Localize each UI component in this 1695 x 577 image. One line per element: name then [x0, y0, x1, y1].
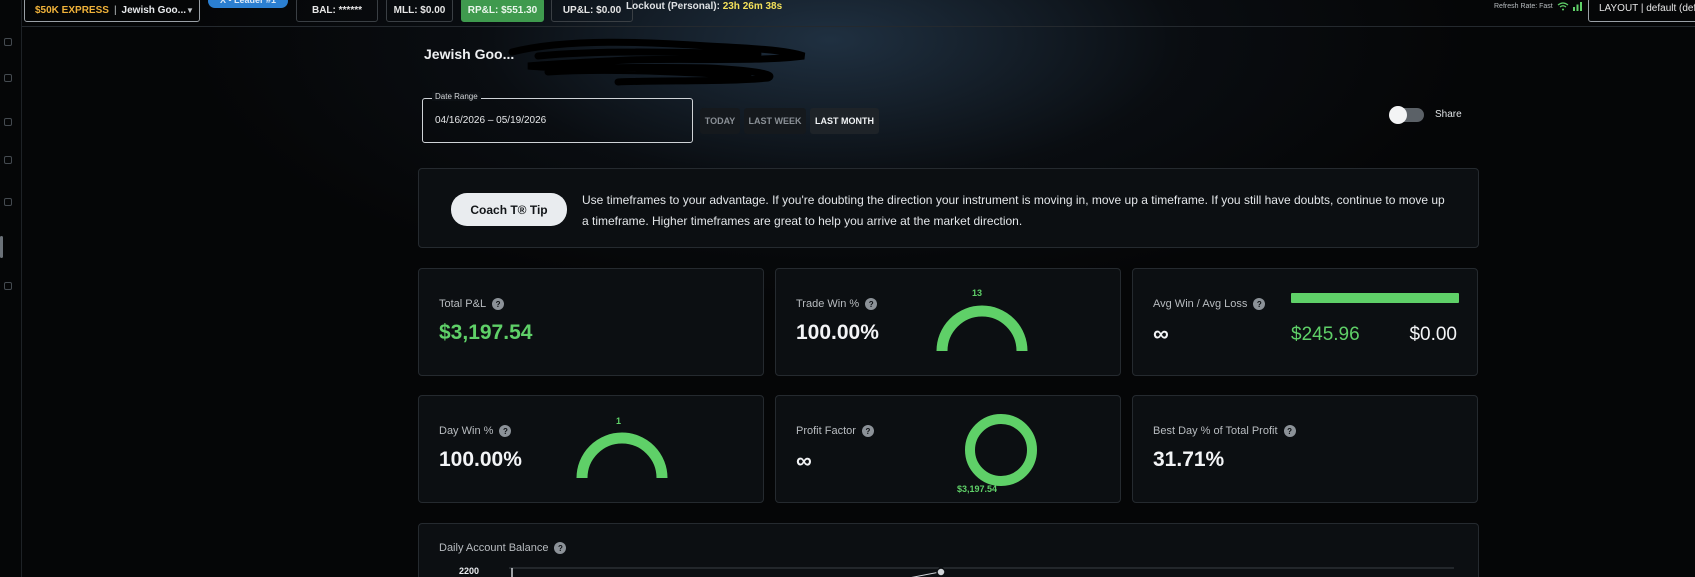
- help-icon[interactable]: ?: [1253, 298, 1266, 310]
- day-win-value: 100.00%: [439, 448, 522, 471]
- day-win-gauge: [576, 432, 668, 479]
- day-win-label: Day Win %: [439, 425, 494, 437]
- day-win-gauge-count: 1: [616, 416, 622, 426]
- day-win-card: Day Win %? 100.00% 1: [418, 395, 764, 503]
- account-user: Jewish Goo...: [121, 4, 187, 16]
- refresh-rate-label: Refresh Rate: Fast: [1494, 3, 1553, 10]
- lockout-status: Lockout (Personal): 23h 26m 38s: [626, 1, 782, 12]
- best-day-label: Best Day % of Total Profit: [1153, 425, 1278, 437]
- total-pl-label: Total P&L: [439, 298, 487, 310]
- profit-factor-ring: [965, 414, 1037, 486]
- best-day-value: 31.71%: [1153, 448, 1225, 471]
- help-icon[interactable]: ?: [865, 298, 878, 310]
- account-separator: |: [113, 4, 117, 16]
- avg-win-loss-ratio: ∞: [1153, 321, 1169, 346]
- total-pl-value: $3,197.54: [439, 321, 533, 344]
- rail-icon[interactable]: [4, 74, 12, 82]
- leader-badge[interactable]: X - Leader #1: [208, 0, 288, 8]
- y-tick-label: 2200: [459, 566, 479, 576]
- profit-factor-label: Profit Factor: [796, 425, 856, 437]
- daily-balance-chart: 2200: [459, 566, 1454, 577]
- balance-line: [911, 571, 942, 577]
- avg-win-value: $245.96: [1291, 324, 1360, 345]
- coach-tip-button[interactable]: Coach T® Tip: [451, 193, 567, 226]
- daily-balance-panel: Daily Account Balance? 2200: [418, 523, 1479, 577]
- help-icon[interactable]: ?: [861, 425, 874, 437]
- share-toggle[interactable]: [1389, 106, 1424, 124]
- coach-tip-panel: Coach T® Tip Use timeframes to your adva…: [418, 168, 1479, 248]
- help-icon[interactable]: ?: [1283, 425, 1296, 437]
- rail-selected-indicator: [0, 236, 3, 258]
- rail-icon[interactable]: [4, 118, 12, 126]
- lockout-label: Lockout (Personal):: [626, 1, 720, 12]
- page-title: Jewish Goo...: [424, 46, 515, 62]
- trade-win-value: 100.00%: [796, 321, 879, 344]
- top-bar: $50K EXPRESS | Jewish Goo... ▼ X - Leade…: [22, 0, 1695, 27]
- layout-selector[interactable]: LAYOUT | default (default): [1588, 0, 1695, 22]
- lockout-timer: 23h 26m 38s: [722, 1, 783, 12]
- date-range-value: 04/16/2026 – 05/19/2026: [435, 115, 547, 126]
- today-button[interactable]: TODAY: [700, 108, 740, 134]
- wifi-icon: [1557, 2, 1569, 11]
- profit-factor-value: ∞: [796, 448, 812, 473]
- mll-pill[interactable]: MLL: $0.00: [386, 0, 453, 22]
- trade-win-gauge: [936, 305, 1028, 352]
- trade-win-label: Trade Win %: [796, 298, 860, 310]
- account-selector[interactable]: $50K EXPRESS | Jewish Goo... ▼: [24, 0, 200, 22]
- signal-bars-icon: [1572, 2, 1582, 11]
- trade-win-card: Trade Win %? 100.00% 13: [775, 268, 1121, 376]
- left-sidebar-rail: [0, 0, 22, 577]
- rail-icon[interactable]: [4, 38, 12, 46]
- refresh-rate: Refresh Rate: Fast: [1494, 2, 1582, 11]
- last-month-button[interactable]: LAST MONTH: [810, 108, 879, 134]
- avg-win-loss-label: Avg Win / Avg Loss: [1153, 298, 1248, 310]
- date-range-field[interactable]: Date Range 04/16/2026 – 05/19/2026: [422, 92, 693, 143]
- toggle-knob: [1389, 106, 1407, 124]
- balance-point[interactable]: [936, 567, 946, 577]
- total-pl-card: Total P&L? $3,197.54: [418, 268, 764, 376]
- avg-win-loss-card: Avg Win / Avg Loss? ∞ $245.96 $0.00: [1132, 268, 1478, 376]
- upl-pill[interactable]: UP&L: $0.00: [551, 0, 633, 22]
- share-label: Share: [1435, 109, 1462, 120]
- account-name: $50K EXPRESS: [35, 4, 109, 16]
- avg-loss-value: $0.00: [1409, 324, 1457, 345]
- rail-icon[interactable]: [4, 156, 12, 164]
- date-range-label: Date Range: [432, 92, 481, 101]
- redaction-scribble: [508, 38, 806, 86]
- rail-icon[interactable]: [4, 198, 12, 206]
- help-icon[interactable]: ?: [499, 425, 512, 437]
- profit-factor-ring-label: $3,197.54: [957, 484, 998, 494]
- rail-icon[interactable]: [4, 282, 12, 290]
- balance-pill[interactable]: BAL: ******: [296, 0, 378, 22]
- coach-tip-text: Use timeframes to your advantage. If you…: [582, 193, 1445, 228]
- profit-factor-card: Profit Factor? ∞ $3,197.54: [775, 395, 1121, 503]
- help-icon[interactable]: ?: [492, 298, 505, 310]
- last-week-button[interactable]: LAST WEEK: [744, 108, 806, 134]
- rpl-pill[interactable]: RP&L: $551.30: [461, 0, 544, 22]
- best-day-card: Best Day % of Total Profit? 31.71%: [1132, 395, 1478, 503]
- chevron-down-icon: ▼: [186, 5, 194, 15]
- win-loss-bar: [1291, 293, 1459, 303]
- trade-win-gauge-count: 13: [972, 288, 983, 298]
